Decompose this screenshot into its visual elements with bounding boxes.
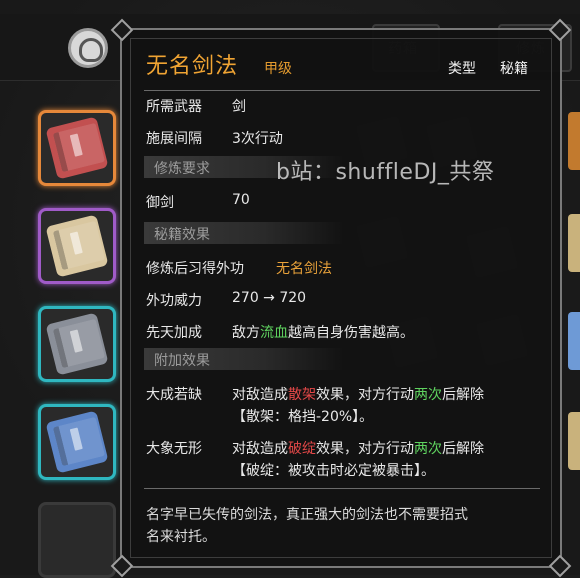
requirement-value: 70: [232, 192, 250, 208]
extra1-effect: 对敌造成散架效果，对方行动两次后解除: [232, 387, 484, 403]
interval-label: 施展间隔: [146, 131, 202, 147]
item-description-line-1: 名字早已失传的剑法，真正强大的剑法也不需要招式: [146, 507, 468, 523]
interval-value: 3次行动: [232, 131, 283, 147]
type-label: 类型: [448, 61, 476, 77]
power-value: 270 → 720: [232, 290, 307, 306]
book-icon: [45, 410, 109, 474]
item-slot-book-4[interactable]: [38, 404, 116, 480]
item-grade: 甲级: [264, 61, 292, 77]
divider: [144, 488, 540, 489]
item-slot-empty[interactable]: [38, 502, 116, 578]
power-label: 外功威力: [146, 293, 202, 309]
section-extra: 附加效果: [144, 348, 344, 370]
book-icon: [45, 312, 109, 376]
innate-effect: 敌方流血越高自身伤害越高。: [232, 325, 414, 341]
weapon-label: 所需武器: [146, 99, 202, 115]
item-slot-book-1[interactable]: [38, 110, 116, 186]
item-slot-book-3[interactable]: [38, 306, 116, 382]
item-slot-edge[interactable]: [568, 312, 580, 370]
extra1-label: 大成若缺: [146, 387, 202, 403]
bag-icon[interactable]: [68, 28, 108, 68]
extra2-note: 【破绽：被攻击时必定被暴击】。: [232, 463, 435, 479]
learn-value: 无名剑法: [276, 261, 332, 277]
requirement-label: 御剑: [146, 195, 174, 211]
innate-label: 先天加成: [146, 325, 202, 341]
item-tooltip-panel: 无名剑法 甲级 类型 秘籍 所需武器 剑 施展间隔 3次行动 修炼要求 御剑 7…: [110, 18, 572, 578]
item-slot-edge[interactable]: [568, 214, 580, 272]
extra1-note: 【散架：格挡-20%】。: [232, 409, 374, 425]
item-title: 无名剑法: [146, 54, 239, 79]
item-slot-edge[interactable]: [568, 412, 580, 470]
watermark: b站：shuffleDJ_共祭: [276, 160, 495, 185]
item-slot-book-2[interactable]: [38, 208, 116, 284]
item-slot-edge[interactable]: [568, 112, 580, 170]
learn-label: 修炼后习得外功: [146, 261, 244, 277]
divider: [144, 90, 540, 91]
section-effects: 秘籍效果: [144, 222, 344, 244]
item-description-line-2: 名来衬托。: [146, 529, 216, 545]
type-value: 秘籍: [500, 61, 528, 77]
weapon-value: 剑: [232, 99, 246, 115]
extra2-effect: 对敌造成破绽效果，对方行动两次后解除: [232, 441, 484, 457]
book-icon: [45, 214, 109, 278]
extra2-label: 大象无形: [146, 441, 202, 457]
book-icon: [45, 116, 109, 180]
